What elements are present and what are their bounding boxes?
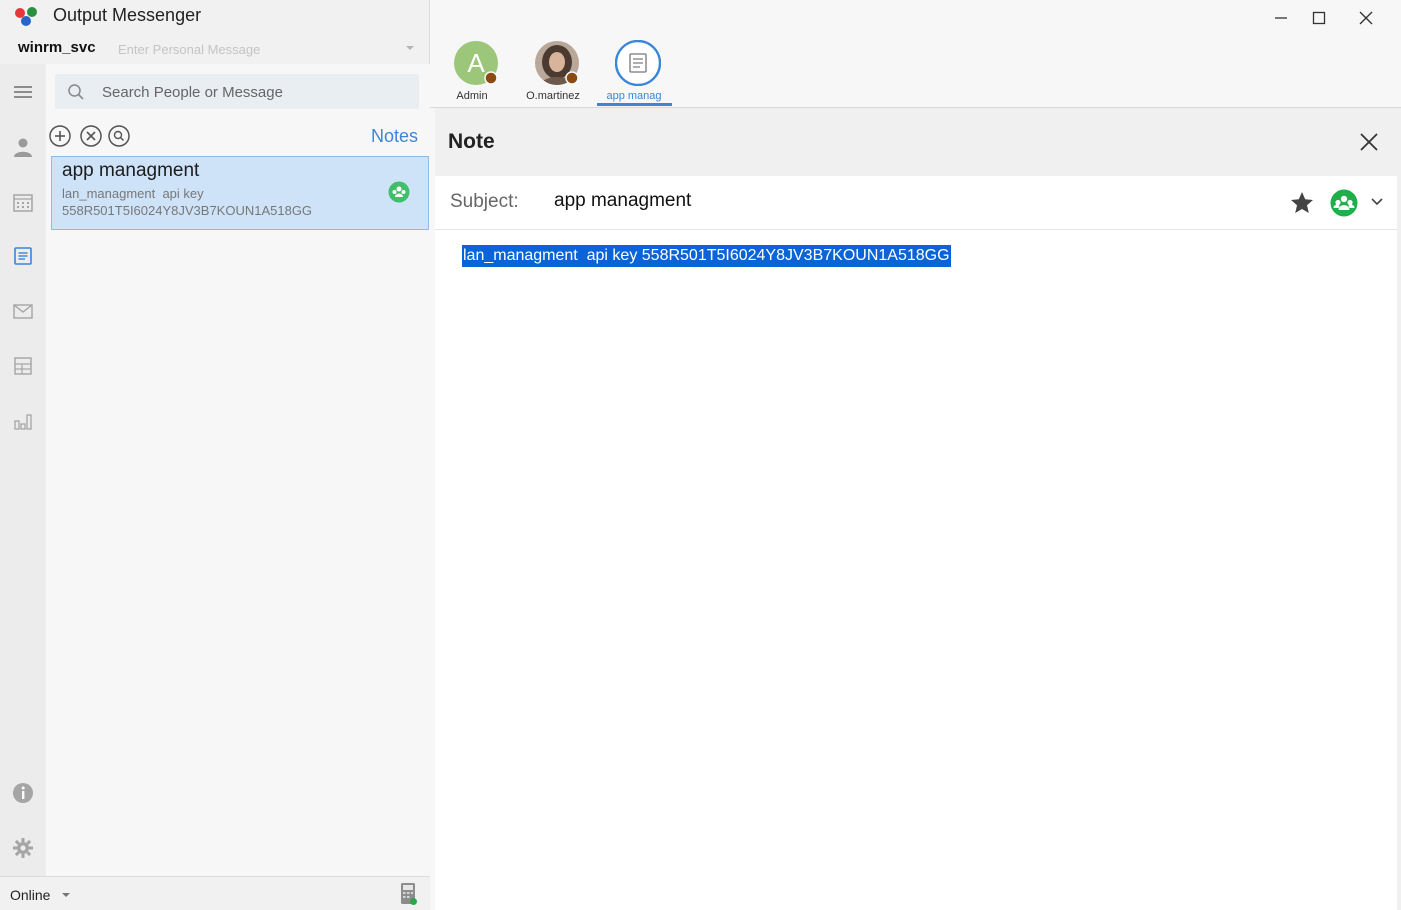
chat-tab-label: app manag [606,90,662,102]
note-panel: Note Subject: app managment lan_managmen… [435,108,1397,910]
calendar-icon[interactable] [11,190,35,214]
note-item-preview-line2: 558R501T5I6024Y8JV3B7KOUN1A518GG [62,203,313,218]
subject-input[interactable] [554,188,1254,214]
admin-avatar-initial: A [467,48,485,78]
device-icon[interactable] [398,882,418,906]
app-logo-icon [15,7,37,26]
note-body-text[interactable]: lan_managment api key 558R501T5I6024Y8JV… [462,245,951,267]
search-input[interactable] [102,81,402,103]
username: winrm_svc [18,39,96,56]
window-controls [1261,4,1391,32]
close-note-icon[interactable] [1357,130,1381,154]
share-group-icon[interactable] [1330,189,1358,217]
active-tab-indicator [597,103,672,106]
notes-action-row: Notes [46,122,430,150]
note-body[interactable]: lan_managment api key 558R501T5I6024Y8JV… [435,231,1397,910]
notes-list-area: Notes app managment lan_managment api ke… [46,64,430,876]
status-dropdown-icon[interactable] [60,890,72,900]
chat-tab-label: Admin [456,90,488,102]
note-list-item[interactable]: app managment lan_managment api key 558R… [51,156,429,230]
chat-tab-label: O.martinez [526,90,580,102]
status-bar: Online [0,876,430,910]
notes-section-title: Notes [370,126,418,146]
status-text[interactable]: Online [10,887,50,903]
maximize-icon[interactable] [1299,4,1339,32]
chevron-down-icon[interactable] [1370,196,1384,208]
close-window-icon[interactable] [1346,4,1386,32]
app-title: Output Messenger [53,5,202,25]
left-panel: Output Messenger winrm_svc Enter Persona… [0,0,430,910]
personal-message-input[interactable] [118,39,408,59]
search-box [55,74,419,109]
info-icon[interactable] [11,781,35,805]
chat-tab-app-managment[interactable]: app manag [596,39,670,108]
notes-icon[interactable] [11,244,35,268]
shared-group-icon [388,181,410,203]
right-panel: A Admin O.martinez app manag Note Subjec… [430,0,1401,910]
dashboard-icon[interactable] [11,354,35,378]
title-bar: Output Messenger [0,0,430,34]
note-item-preview: lan_managment api key 558R501T5I6024Y8JV… [62,185,362,219]
settings-gear-icon[interactable] [11,836,35,860]
note-tab-icon [614,39,662,87]
panel-edge [1397,108,1401,910]
avatar: A [453,40,499,86]
delete-note-icon[interactable] [79,124,103,148]
subject-row: Subject: [435,176,1397,230]
user-row: winrm_svc [0,34,430,62]
contacts-icon[interactable] [11,135,35,159]
chat-tab-o-martinez[interactable]: O.martinez [515,40,589,108]
note-item-preview-line1: lan_managment api key [62,186,204,201]
personal-message-dropdown-icon[interactable] [404,42,416,54]
chat-tab-admin[interactable]: A Admin [434,40,508,108]
reports-icon[interactable] [11,409,35,433]
avatar [534,40,580,86]
note-heading: Note [448,130,495,153]
menu-icon[interactable] [11,80,35,104]
note-header: Note [435,108,1397,176]
star-icon[interactable] [1289,190,1315,216]
add-note-icon[interactable] [48,124,72,148]
chat-tabs-bar: A Admin O.martinez app manag [430,36,1401,108]
subject-label: Subject: [450,191,519,212]
app-window: Output Messenger winrm_svc Enter Persona… [0,0,1401,910]
note-item-title: app managment [62,160,200,181]
nav-rail [0,64,46,876]
mail-icon[interactable] [11,299,35,323]
search-notes-icon[interactable] [107,124,131,148]
minimize-icon[interactable] [1261,4,1301,32]
search-icon [68,84,84,100]
